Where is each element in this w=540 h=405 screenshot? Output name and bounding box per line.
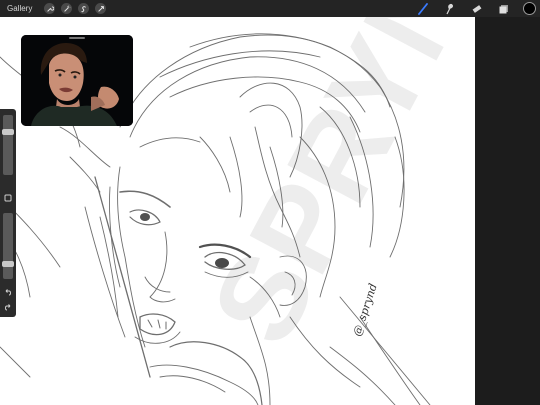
gallery-button[interactable]: Gallery — [7, 4, 32, 13]
brush-icon[interactable] — [415, 1, 431, 17]
canvas-margin — [475, 17, 540, 405]
square-icon[interactable] — [3, 193, 13, 203]
selection-icon[interactable] — [78, 3, 90, 14]
eraser-icon[interactable] — [469, 1, 485, 17]
opacity-slider[interactable] — [3, 213, 13, 279]
reference-photo — [21, 35, 133, 126]
artist-signature: @_sprynd — [350, 282, 379, 338]
redo-icon[interactable] — [3, 302, 13, 312]
transform-icon[interactable] — [95, 3, 107, 14]
brush-size-slider[interactable] — [3, 115, 13, 175]
magic-wand-icon[interactable] — [61, 3, 73, 14]
color-swatch[interactable] — [523, 2, 536, 15]
layers-icon[interactable] — [496, 1, 512, 17]
right-tools — [415, 0, 540, 17]
brush-size-thumb[interactable] — [2, 128, 14, 135]
left-sidebar — [0, 109, 16, 317]
top-toolbar: Gallery — [0, 0, 540, 17]
opacity-thumb[interactable] — [2, 261, 14, 267]
reference-window[interactable] — [21, 35, 133, 126]
undo-icon[interactable] — [3, 287, 13, 297]
wrench-icon[interactable] — [44, 3, 56, 14]
reference-drag-handle[interactable] — [69, 37, 85, 39]
smudge-icon[interactable] — [442, 1, 458, 17]
